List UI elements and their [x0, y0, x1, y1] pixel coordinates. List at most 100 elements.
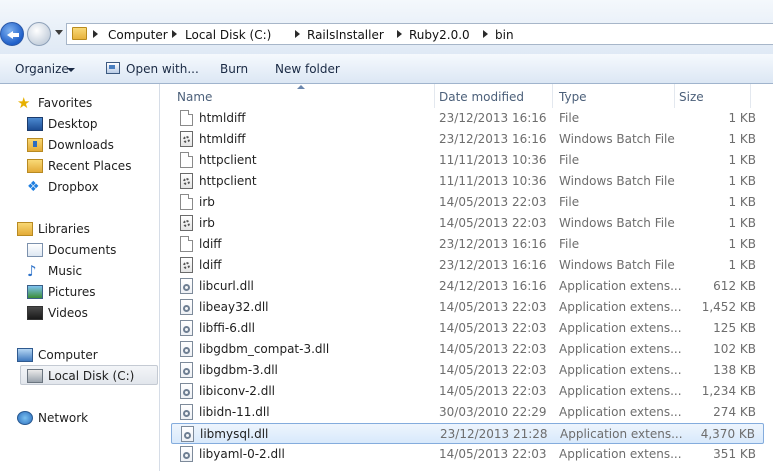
- file-row[interactable]: libcurl.dll 24/12/2013 16:16 Application e…: [171, 276, 764, 297]
- file-size: 102 KB: [713, 342, 756, 356]
- breadcrumb-local-disk[interactable]: Local Disk (C:): [185, 28, 271, 42]
- folder-icon: [72, 27, 87, 40]
- breadcrumb-chevron-icon[interactable]: [93, 30, 98, 38]
- file-row[interactable]: irb 14/05/2013 22:03 Windows Batch File 1 K…: [171, 213, 764, 234]
- nav-network[interactable]: Network: [17, 408, 157, 428]
- organize-button[interactable]: Organize: [15, 62, 69, 76]
- nav-dropbox[interactable]: ❖ Dropbox: [27, 177, 157, 197]
- nav-documents[interactable]: Documents: [27, 240, 157, 260]
- file-size: 1 KB: [728, 216, 756, 230]
- file-row[interactable]: libgdbm-3.dll 14/05/2013 22:03 Application…: [171, 360, 764, 381]
- file-row[interactable]: libffi-6.dll 14/05/2013 22:03 Application …: [171, 318, 764, 339]
- file-name: httpclient: [199, 174, 257, 188]
- address-bar[interactable]: Computer Local Disk (C:) RailsInstaller …: [66, 23, 773, 45]
- file-type: File: [559, 111, 580, 125]
- file-type: Application extens...: [560, 427, 683, 441]
- file-date-modified: 14/05/2013 22:03: [439, 447, 547, 461]
- file-size: 1,234 KB: [701, 384, 756, 398]
- file-row[interactable]: ldiff 23/12/2013 16:16 File 1 KB: [171, 234, 764, 255]
- file-name: libeay32.dll: [199, 300, 269, 314]
- file-row[interactable]: irb 14/05/2013 22:03 File 1 KB: [171, 192, 764, 213]
- file-type: Windows Batch File: [559, 216, 675, 230]
- file-type: Application extens...: [559, 279, 682, 293]
- file-row[interactable]: htmldiff 23/12/2013 16:16 Windows Batch Fi…: [171, 129, 764, 150]
- file-type: Application extens...: [559, 384, 682, 398]
- nav-libraries[interactable]: Libraries: [17, 219, 157, 239]
- nav-pictures[interactable]: Pictures: [27, 282, 157, 302]
- nav-label: Local Disk (C:): [48, 369, 135, 383]
- recent-pages-arrow-icon[interactable]: [55, 30, 63, 35]
- file-name: libgdbm-3.dll: [199, 363, 278, 377]
- dll-icon: [180, 320, 193, 336]
- navigation-pane: ★ Favorites Desktop Downloads Recent Pla…: [0, 84, 160, 471]
- file-row[interactable]: httpclient 11/11/2013 10:36 Windows Batch …: [171, 171, 764, 192]
- file-type: Windows Batch File: [559, 132, 675, 146]
- forward-button[interactable]: [27, 22, 51, 46]
- nav-videos[interactable]: Videos: [27, 303, 157, 323]
- open-with-button[interactable]: Open with...: [126, 62, 199, 76]
- dropbox-icon: ❖: [27, 179, 40, 195]
- nav-label: Music: [48, 264, 83, 278]
- column-header-type[interactable]: Type: [555, 84, 675, 108]
- column-headers: Name Date modified Type Size: [160, 84, 773, 108]
- back-button[interactable]: [0, 22, 24, 46]
- column-header-name[interactable]: Name: [173, 84, 435, 108]
- nav-label: Desktop: [48, 117, 98, 131]
- libraries-icon: [17, 222, 33, 236]
- file-date-modified: 24/12/2013 16:16: [439, 279, 547, 293]
- breadcrumb-railsinstaller[interactable]: RailsInstaller: [307, 28, 384, 42]
- file-row-selected[interactable]: libmysql.dll 23/12/2013 21:28 Application …: [171, 423, 764, 444]
- file-name: libyaml-0-2.dll: [199, 447, 285, 461]
- nav-computer[interactable]: Computer: [17, 345, 157, 365]
- desktop-icon: [27, 117, 43, 131]
- file-date-modified: 14/05/2013 22:03: [439, 363, 547, 377]
- breadcrumb-chevron-icon[interactable]: [172, 30, 177, 38]
- file-type: Windows Batch File: [559, 258, 675, 272]
- nav-music[interactable]: ♪ Music: [27, 261, 157, 281]
- file-name: htmldiff: [199, 111, 246, 125]
- nav-downloads[interactable]: Downloads: [27, 135, 157, 155]
- file-row[interactable]: ldiff 23/12/2013 16:16 Windows Batch File 1…: [171, 255, 764, 276]
- file-size: 1 KB: [728, 132, 756, 146]
- breadcrumb-computer[interactable]: Computer: [108, 28, 168, 42]
- breadcrumb-chevron-icon[interactable]: [397, 30, 402, 38]
- file-row[interactable]: libyaml-0-2.dll 14/05/2013 22:03 Applicati…: [171, 444, 764, 465]
- file-row[interactable]: libgdbm_compat-3.dll 14/05/2013 22:03 Appl…: [171, 339, 764, 360]
- file-size: 138 KB: [713, 363, 756, 377]
- batch-file-icon: [180, 257, 193, 273]
- nav-recent-places[interactable]: Recent Places: [27, 156, 157, 176]
- nav-desktop[interactable]: Desktop: [27, 114, 157, 134]
- nav-label: Downloads: [48, 138, 114, 152]
- dll-icon: [180, 362, 193, 378]
- file-type: File: [559, 195, 580, 209]
- file-row[interactable]: libiconv-2.dll 14/05/2013 22:03 Applicatio…: [171, 381, 764, 402]
- breadcrumb-chevron-icon[interactable]: [483, 30, 488, 38]
- file-row[interactable]: htmldiff 23/12/2013 16:16 File 1 KB: [171, 108, 764, 129]
- breadcrumb-ruby[interactable]: Ruby2.0.0: [409, 28, 470, 42]
- column-header-date-modified[interactable]: Date modified: [435, 84, 553, 108]
- file-row[interactable]: httpclient 11/11/2013 10:36 File 1 KB: [171, 150, 764, 171]
- file-size: 351 KB: [713, 447, 756, 461]
- file-date-modified: 30/03/2010 22:29: [439, 405, 547, 419]
- file-row[interactable]: libeay32.dll 14/05/2013 22:03 Application …: [171, 297, 764, 318]
- drive-icon: [27, 369, 43, 383]
- column-header-size[interactable]: Size: [675, 84, 751, 108]
- file-size: 125 KB: [713, 321, 756, 335]
- new-folder-button[interactable]: New folder: [275, 62, 340, 76]
- nav-local-disk[interactable]: Local Disk (C:): [20, 365, 158, 385]
- organize-dropdown-icon[interactable]: [67, 68, 75, 72]
- file-row[interactable]: libidn-11.dll 30/03/2010 22:29 Application…: [171, 402, 764, 423]
- file-type: Windows Batch File: [559, 174, 675, 188]
- burn-button[interactable]: Burn: [220, 62, 248, 76]
- nav-favorites[interactable]: ★ Favorites: [17, 93, 157, 113]
- file-icon: [180, 236, 193, 252]
- star-icon: ★: [17, 94, 31, 112]
- file-type: Application extens...: [559, 321, 682, 335]
- breadcrumb-bin[interactable]: bin: [495, 28, 514, 42]
- open-with-icon[interactable]: [106, 62, 120, 74]
- file-name: htmldiff: [199, 132, 246, 146]
- breadcrumb-chevron-icon[interactable]: [295, 30, 300, 38]
- file-date-modified: 23/12/2013 16:16: [439, 111, 547, 125]
- dll-icon: [180, 404, 193, 420]
- file-name: libmysql.dll: [200, 427, 269, 441]
